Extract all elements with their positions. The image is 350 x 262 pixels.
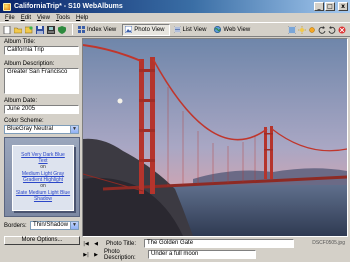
preview-separator: on bbox=[40, 164, 46, 170]
photo-view-button[interactable]: Photo View bbox=[122, 23, 170, 36]
color-scheme-select[interactable]: BlueGray Neutral ▼ bbox=[4, 125, 79, 134]
photo-display[interactable] bbox=[82, 38, 348, 237]
list-view-label: List View bbox=[182, 26, 207, 33]
rotate-right-icon[interactable] bbox=[328, 26, 336, 34]
index-view-label: Index View bbox=[87, 26, 117, 33]
photo-description-label: Photo Description: bbox=[104, 248, 136, 261]
color-scheme-preview: Soft Very Dark Blue Text on Medium Light… bbox=[4, 137, 80, 217]
minimize-button[interactable]: _ bbox=[314, 2, 324, 11]
preview-card: Soft Very Dark Blue Text on Medium Light… bbox=[12, 145, 74, 211]
menu-edit[interactable]: Edit bbox=[19, 15, 35, 21]
photo-title-row: |◀ ◀ Photo Title: The Golden Gate DSCF05… bbox=[82, 239, 348, 248]
menu-file[interactable]: File bbox=[3, 15, 19, 21]
last-photo-icon[interactable]: ▶| bbox=[82, 251, 90, 259]
window-controls: _ □ x bbox=[314, 2, 348, 11]
borders-value: Thin/Shadow bbox=[33, 222, 69, 228]
shield-icon[interactable] bbox=[58, 25, 66, 34]
close-button[interactable]: x bbox=[338, 2, 348, 11]
borders-row: Borders: Thin/Shadow ▼ bbox=[2, 221, 80, 230]
menu-bar: File Edit View Tools Help bbox=[0, 13, 350, 22]
album-description-field[interactable]: Greater San Francisco bbox=[4, 68, 79, 94]
app-icon bbox=[3, 2, 11, 11]
photo-view-label: Photo View bbox=[134, 26, 165, 33]
globe-icon bbox=[214, 25, 222, 34]
more-options-button[interactable]: More Options... bbox=[4, 236, 80, 245]
web-view-button[interactable]: Web View bbox=[212, 24, 254, 36]
toolbar-right-tools bbox=[287, 25, 346, 35]
chevron-down-icon[interactable]: ▼ bbox=[70, 222, 78, 229]
list-icon bbox=[173, 25, 181, 34]
publish-icon[interactable] bbox=[47, 25, 55, 34]
preview-link[interactable]: Shadow bbox=[13, 196, 73, 202]
previous-photo-icon[interactable]: ◀ bbox=[92, 240, 100, 248]
maximize-button[interactable]: □ bbox=[325, 2, 335, 11]
album-date-field[interactable]: June 2005 bbox=[4, 105, 79, 114]
open-folder-icon[interactable] bbox=[13, 26, 23, 34]
album-date-label: Album Date: bbox=[4, 98, 38, 104]
preview-separator: on bbox=[40, 183, 46, 189]
golden-gate-photo bbox=[83, 39, 347, 236]
list-view-button[interactable]: List View bbox=[172, 24, 211, 36]
photo-title-label: Photo Title: bbox=[106, 240, 137, 247]
photo-description-field[interactable]: Under a full moon bbox=[148, 250, 256, 259]
next-photo-icon[interactable]: ▶ bbox=[92, 251, 100, 259]
photo-description-row: ▶| ▶ Photo Description: Under a full moo… bbox=[82, 248, 348, 261]
save-icon[interactable] bbox=[36, 25, 44, 34]
brightness-icon[interactable] bbox=[298, 26, 306, 34]
grid-icon bbox=[78, 26, 85, 33]
new-document-icon[interactable] bbox=[3, 25, 11, 34]
color-scheme-value: BlueGray Neutral bbox=[7, 126, 54, 132]
borders-label: Borders: bbox=[4, 222, 27, 229]
first-photo-icon[interactable]: |◀ bbox=[82, 240, 90, 248]
toolbar: Index View Photo View List View Web View bbox=[0, 22, 350, 37]
index-view-button[interactable]: Index View bbox=[76, 24, 120, 36]
add-photo-icon[interactable] bbox=[24, 25, 33, 34]
photo-filename: DSCF0505.jpg bbox=[312, 240, 345, 246]
rotate-left-icon[interactable] bbox=[318, 26, 326, 34]
menu-view[interactable]: View bbox=[35, 15, 54, 21]
photo-info-bar: |◀ ◀ Photo Title: The Golden Gate DSCF05… bbox=[82, 238, 348, 261]
window-title: CaliforniaTrip* - S10 WebAlbums bbox=[14, 3, 123, 10]
window-titlebar[interactable]: CaliforniaTrip* - S10 WebAlbums _ □ x bbox=[0, 0, 350, 13]
album-description-label: Album Description: bbox=[4, 61, 55, 67]
chevron-down-icon[interactable]: ▼ bbox=[70, 126, 78, 133]
moon bbox=[117, 98, 123, 104]
borders-select[interactable]: Thin/Shadow ▼ bbox=[30, 221, 79, 230]
sun-icon[interactable] bbox=[308, 26, 316, 34]
menu-tools[interactable]: Tools bbox=[54, 15, 74, 21]
album-title-label: Album Title: bbox=[4, 39, 36, 45]
album-settings-panel: Album Title: California Trip Album Descr… bbox=[2, 38, 80, 246]
delete-icon[interactable] bbox=[338, 26, 346, 34]
color-scheme-label: Color Scheme: bbox=[4, 118, 44, 124]
photo-icon bbox=[124, 25, 133, 34]
menu-help[interactable]: Help bbox=[74, 15, 92, 21]
image-adjust-icon[interactable] bbox=[287, 25, 297, 35]
photo-title-field[interactable]: The Golden Gate bbox=[144, 239, 294, 248]
album-title-field[interactable]: California Trip bbox=[4, 46, 79, 55]
toolbar-separator bbox=[72, 24, 73, 35]
web-view-label: Web View bbox=[223, 26, 251, 33]
